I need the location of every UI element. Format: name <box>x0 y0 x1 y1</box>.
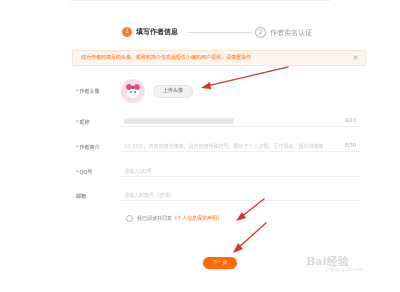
form-page: 1 填写作者信息 2 作者实名认证 成为作者时填写的头像、昵称和简介信息最短仅小… <box>0 0 400 292</box>
annotation-arrows <box>201 66 289 253</box>
arrow-to-agreement-icon <box>236 198 265 221</box>
watermark-url: jingyan.baidu.com <box>326 267 363 272</box>
arrow-to-avatar-icon <box>201 66 289 89</box>
arrow-to-next-button-icon <box>233 222 267 253</box>
